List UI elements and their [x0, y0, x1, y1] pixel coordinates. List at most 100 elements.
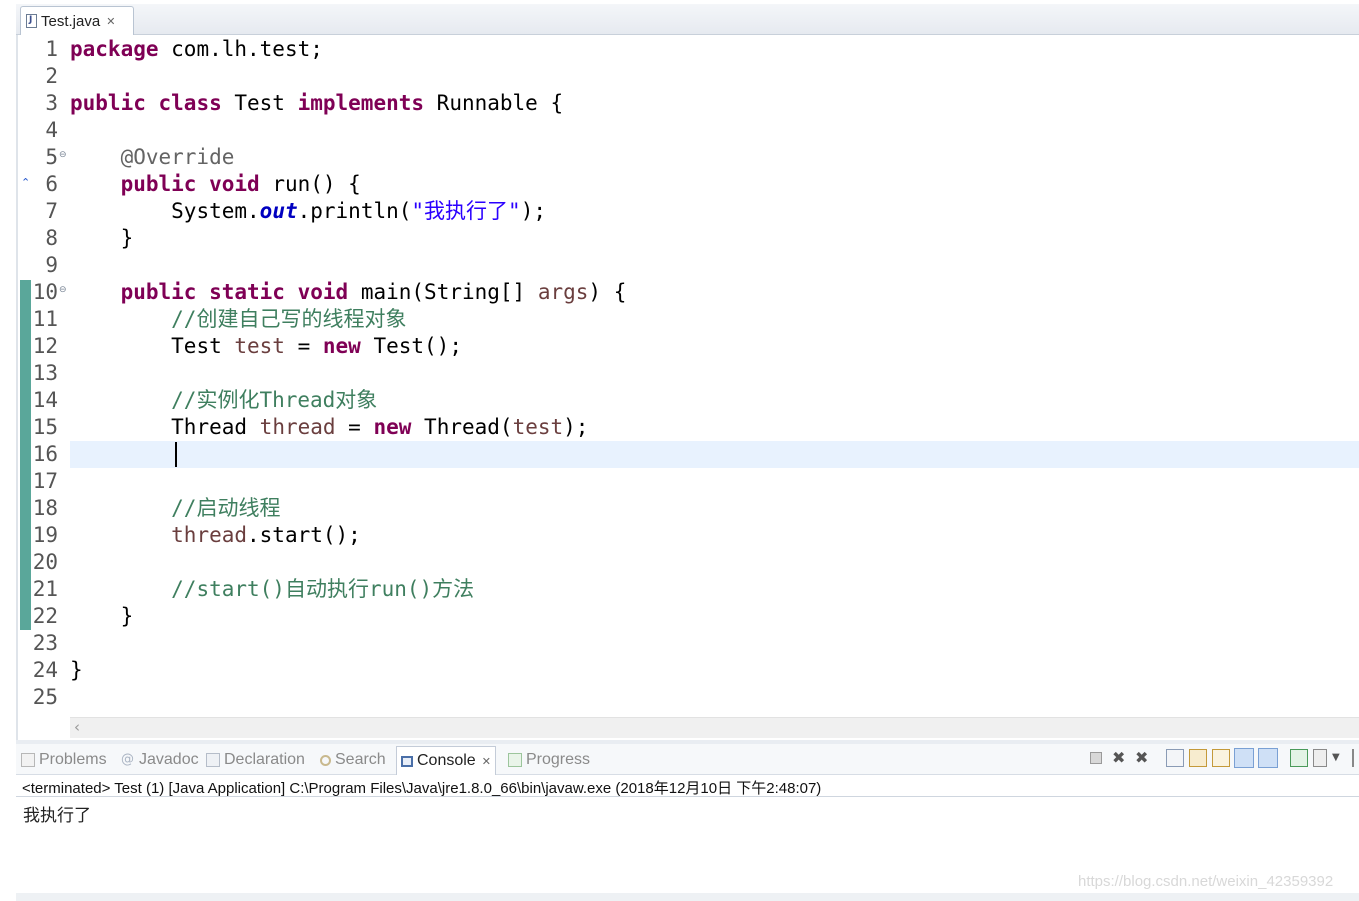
- tab-console[interactable]: Console ✕: [396, 746, 496, 775]
- line-number: 25: [32, 685, 58, 709]
- line-number: 15: [32, 415, 58, 439]
- code-line-12: Test test = new Test();: [171, 334, 462, 358]
- line-number: 14: [32, 388, 58, 412]
- line-number: 1: [45, 37, 58, 61]
- code-line-14: //实例化Thread对象: [171, 388, 378, 412]
- code-line-8: }: [120, 226, 134, 250]
- code-text[interactable]: package com.lh.test; public class Test i…: [70, 36, 626, 711]
- console-icon: [401, 755, 413, 767]
- tab-search[interactable]: Search: [320, 750, 386, 770]
- tab-declaration[interactable]: Declaration: [206, 750, 305, 770]
- text-caret: [175, 442, 177, 467]
- line-number: 13: [32, 361, 58, 385]
- pin-console-icon[interactable]: [1290, 749, 1308, 767]
- console-bottom-edge: [16, 893, 1359, 901]
- line-number: 20: [32, 550, 58, 574]
- tab-declaration-label: Declaration: [224, 751, 305, 768]
- close-icon[interactable]: ✕: [482, 755, 491, 768]
- tab-test-java[interactable]: Test.java ✕: [20, 6, 134, 35]
- line-number: 6: [45, 172, 58, 196]
- editor-tab-bar: Test.java ✕: [16, 4, 1359, 35]
- code-line-3: public class Test implements Runnable {: [70, 91, 564, 115]
- line-number: 5: [45, 145, 58, 169]
- code-line-15: Thread thread = new Thread(test);: [171, 415, 589, 439]
- fold-collapse-icon[interactable]: ⊖: [59, 150, 67, 160]
- scroll-lock-icon[interactable]: [1189, 749, 1207, 767]
- clear-console-icon[interactable]: [1166, 749, 1184, 767]
- declaration-icon: [206, 753, 220, 767]
- terminate-icon[interactable]: [1090, 752, 1102, 764]
- bottom-view-tab-bar: Problems @ Javadoc Declaration Search Co…: [16, 744, 1359, 775]
- tab-javadoc[interactable]: @ Javadoc: [121, 750, 199, 770]
- editor-left-ruler: [16, 35, 18, 741]
- problems-icon: [21, 753, 35, 767]
- tab-progress-label: Progress: [526, 751, 591, 768]
- code-line-21: //start()自动执行run()方法: [171, 577, 475, 601]
- code-line-22: }: [120, 604, 134, 628]
- code-line-24: }: [70, 658, 83, 682]
- code-line-5: @Override: [120, 145, 235, 169]
- tab-problems[interactable]: Problems: [21, 750, 107, 770]
- line-number: 10: [32, 280, 58, 304]
- line-number: 3: [45, 91, 58, 115]
- line-number: 12: [32, 334, 58, 358]
- line-number: 19: [32, 523, 58, 547]
- scroll-left-arrow-icon[interactable]: ‹: [74, 718, 80, 736]
- line-number: 22: [32, 604, 58, 628]
- tab-console-label: Console: [417, 752, 476, 769]
- line-number: 24: [32, 658, 58, 682]
- code-line-7: System.out.println("我执行了");: [171, 199, 546, 223]
- display-selected-console-icon[interactable]: [1313, 749, 1327, 767]
- console-output-text: 我执行了: [23, 806, 91, 826]
- close-icon[interactable]: ✕: [106, 15, 115, 28]
- fold-collapse-icon[interactable]: ⊖: [59, 285, 67, 295]
- horizontal-scrollbar[interactable]: ‹: [70, 717, 1359, 738]
- console-launch-status: <terminated> Test (1) [Java Application]…: [22, 780, 822, 797]
- ide-window: Test.java ✕ ⌃ 12345678910111213141516171…: [0, 0, 1359, 901]
- tab-problems-label: Problems: [39, 751, 107, 768]
- line-number: 4: [45, 118, 58, 142]
- word-wrap-icon[interactable]: [1212, 749, 1230, 767]
- line-number: 18: [32, 496, 58, 520]
- code-line-11: //创建自己写的线程对象: [171, 307, 407, 331]
- show-console-stdout-icon[interactable]: [1234, 748, 1254, 768]
- line-number-ruler: 1 2 3 4 5 6 7 8 9 10 11 12 13 14 15 16 17 18 19 20 21 22 23 24 2…: [28, 36, 60, 711]
- code-line-6: public void run() {: [120, 172, 361, 196]
- javadoc-icon: @: [121, 752, 134, 767]
- tab-search-label: Search: [335, 751, 386, 768]
- line-number: 7: [45, 199, 58, 223]
- line-number: 23: [32, 631, 58, 655]
- line-number: 11: [32, 307, 58, 331]
- watermark: https://blog.csdn.net/weixin_42359392: [1078, 873, 1334, 890]
- line-number: 17: [32, 469, 58, 493]
- code-line-19: thread.start();: [171, 523, 361, 547]
- java-file-icon: [26, 14, 37, 28]
- open-console-icon[interactable]: [1352, 749, 1359, 767]
- line-number: 9: [45, 253, 58, 277]
- code-line-18: //启动线程: [171, 496, 281, 520]
- line-number: 16: [32, 442, 58, 466]
- console-separator: [16, 796, 1359, 797]
- search-icon: [320, 754, 331, 766]
- line-number: 21: [32, 577, 58, 601]
- code-line-1: package com.lh.test;: [70, 37, 323, 61]
- remove-launch-icon[interactable]: ✖: [1112, 749, 1130, 767]
- tab-javadoc-label: Javadoc: [139, 751, 199, 768]
- code-line-10: public static void main(String[] args) {: [120, 280, 627, 304]
- chevron-down-icon[interactable]: ▼: [1332, 749, 1350, 767]
- remove-all-terminated-icon[interactable]: ✖: [1135, 749, 1153, 767]
- tab-label: Test.java: [41, 12, 101, 30]
- show-console-stderr-icon[interactable]: [1258, 748, 1278, 768]
- tab-progress[interactable]: Progress: [508, 750, 590, 770]
- line-number: 2: [45, 64, 58, 88]
- progress-icon: [508, 753, 522, 767]
